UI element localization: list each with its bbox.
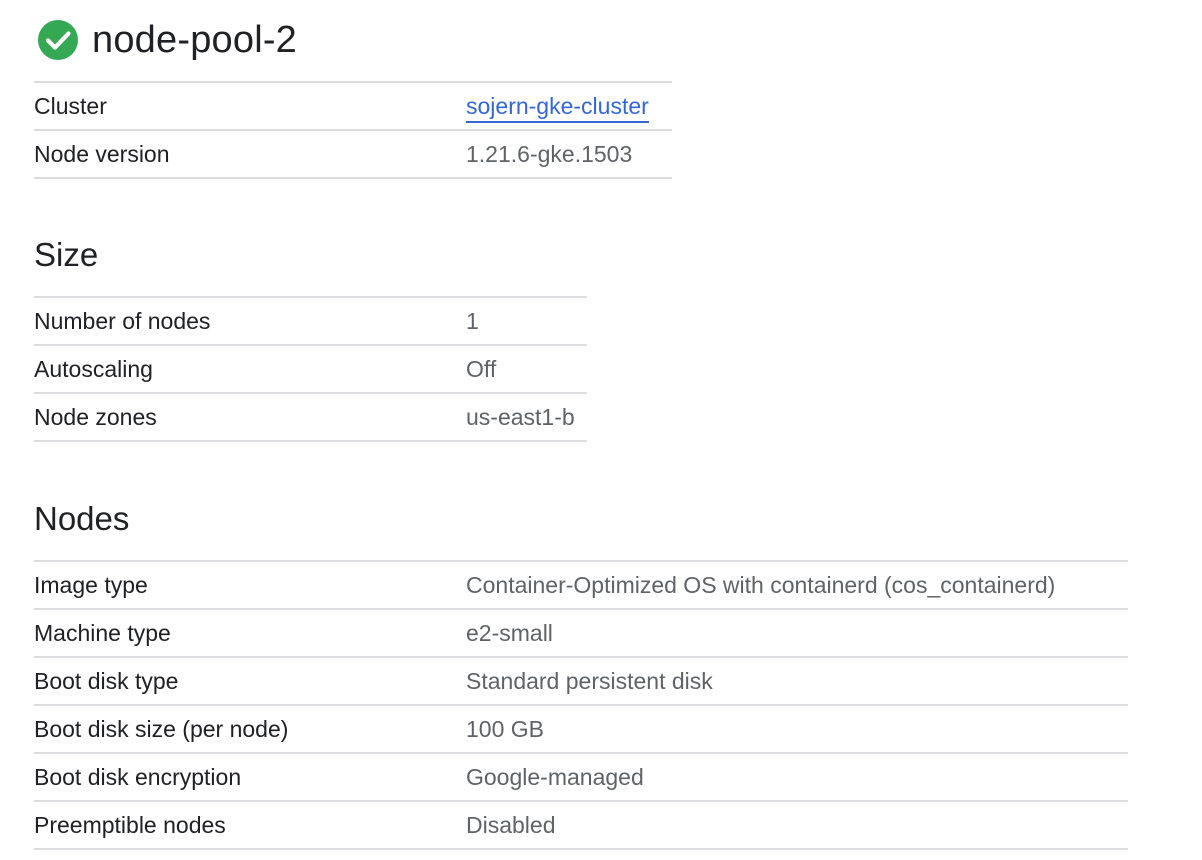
- row-value: Google-managed: [466, 753, 1128, 802]
- summary-row-node-version: Node version 1.21.6-gke.1503: [34, 130, 672, 179]
- row-label: Boot disk size (per node): [34, 705, 466, 754]
- row-label: Preemptible nodes: [34, 801, 466, 850]
- size-row-autoscaling: Autoscaling Off: [34, 345, 587, 394]
- row-value: 1: [466, 296, 587, 346]
- row-label: Autoscaling: [34, 345, 466, 394]
- nodes-table: Image type Container-Optimized OS with c…: [34, 560, 1128, 850]
- row-label: Number of nodes: [34, 296, 466, 346]
- cluster-link[interactable]: sojern-gke-cluster: [466, 92, 649, 123]
- row-value: 1.21.6-gke.1503: [466, 130, 672, 179]
- summary-table: Cluster sojern-gke-cluster Node version …: [34, 81, 672, 179]
- row-value: 100 GB: [466, 705, 1128, 754]
- size-table: Number of nodes 1 Autoscaling Off Node z…: [34, 296, 587, 442]
- row-value: us-east1-b: [466, 393, 587, 442]
- row-label: Cluster: [34, 81, 466, 131]
- row-value: e2-small: [466, 609, 1128, 658]
- nodes-row-boot-disk-type: Boot disk type Standard persistent disk: [34, 657, 1128, 706]
- row-label: Boot disk type: [34, 657, 466, 706]
- nodes-row-preemptible-nodes: Preemptible nodes Disabled: [34, 801, 1128, 850]
- row-label: Node version: [34, 130, 466, 179]
- summary-row-cluster: Cluster sojern-gke-cluster: [34, 81, 672, 131]
- page-title: node-pool-2: [92, 18, 298, 61]
- nodes-row-machine-type: Machine type e2-small: [34, 609, 1128, 658]
- nodes-row-image-type: Image type Container-Optimized OS with c…: [34, 560, 1128, 610]
- nodes-row-boot-disk-encryption: Boot disk encryption Google-managed: [34, 753, 1128, 802]
- row-value: Container-Optimized OS with containerd (…: [466, 560, 1128, 610]
- row-label: Machine type: [34, 609, 466, 658]
- row-label: Node zones: [34, 393, 466, 442]
- check-circle-icon: [37, 19, 79, 61]
- row-label: Boot disk encryption: [34, 753, 466, 802]
- section-title-size: Size: [34, 236, 99, 273]
- row-value: sojern-gke-cluster: [466, 81, 672, 131]
- page-header: node-pool-2: [37, 16, 297, 64]
- nodes-row-boot-disk-size: Boot disk size (per node) 100 GB: [34, 705, 1128, 754]
- row-value: Standard persistent disk: [466, 657, 1128, 706]
- size-row-node-zones: Node zones us-east1-b: [34, 393, 587, 442]
- row-label: Image type: [34, 560, 466, 610]
- section-title-nodes: Nodes: [34, 500, 130, 537]
- size-row-number-of-nodes: Number of nodes 1: [34, 296, 587, 346]
- row-value: Disabled: [466, 801, 1128, 850]
- row-value: Off: [466, 345, 587, 394]
